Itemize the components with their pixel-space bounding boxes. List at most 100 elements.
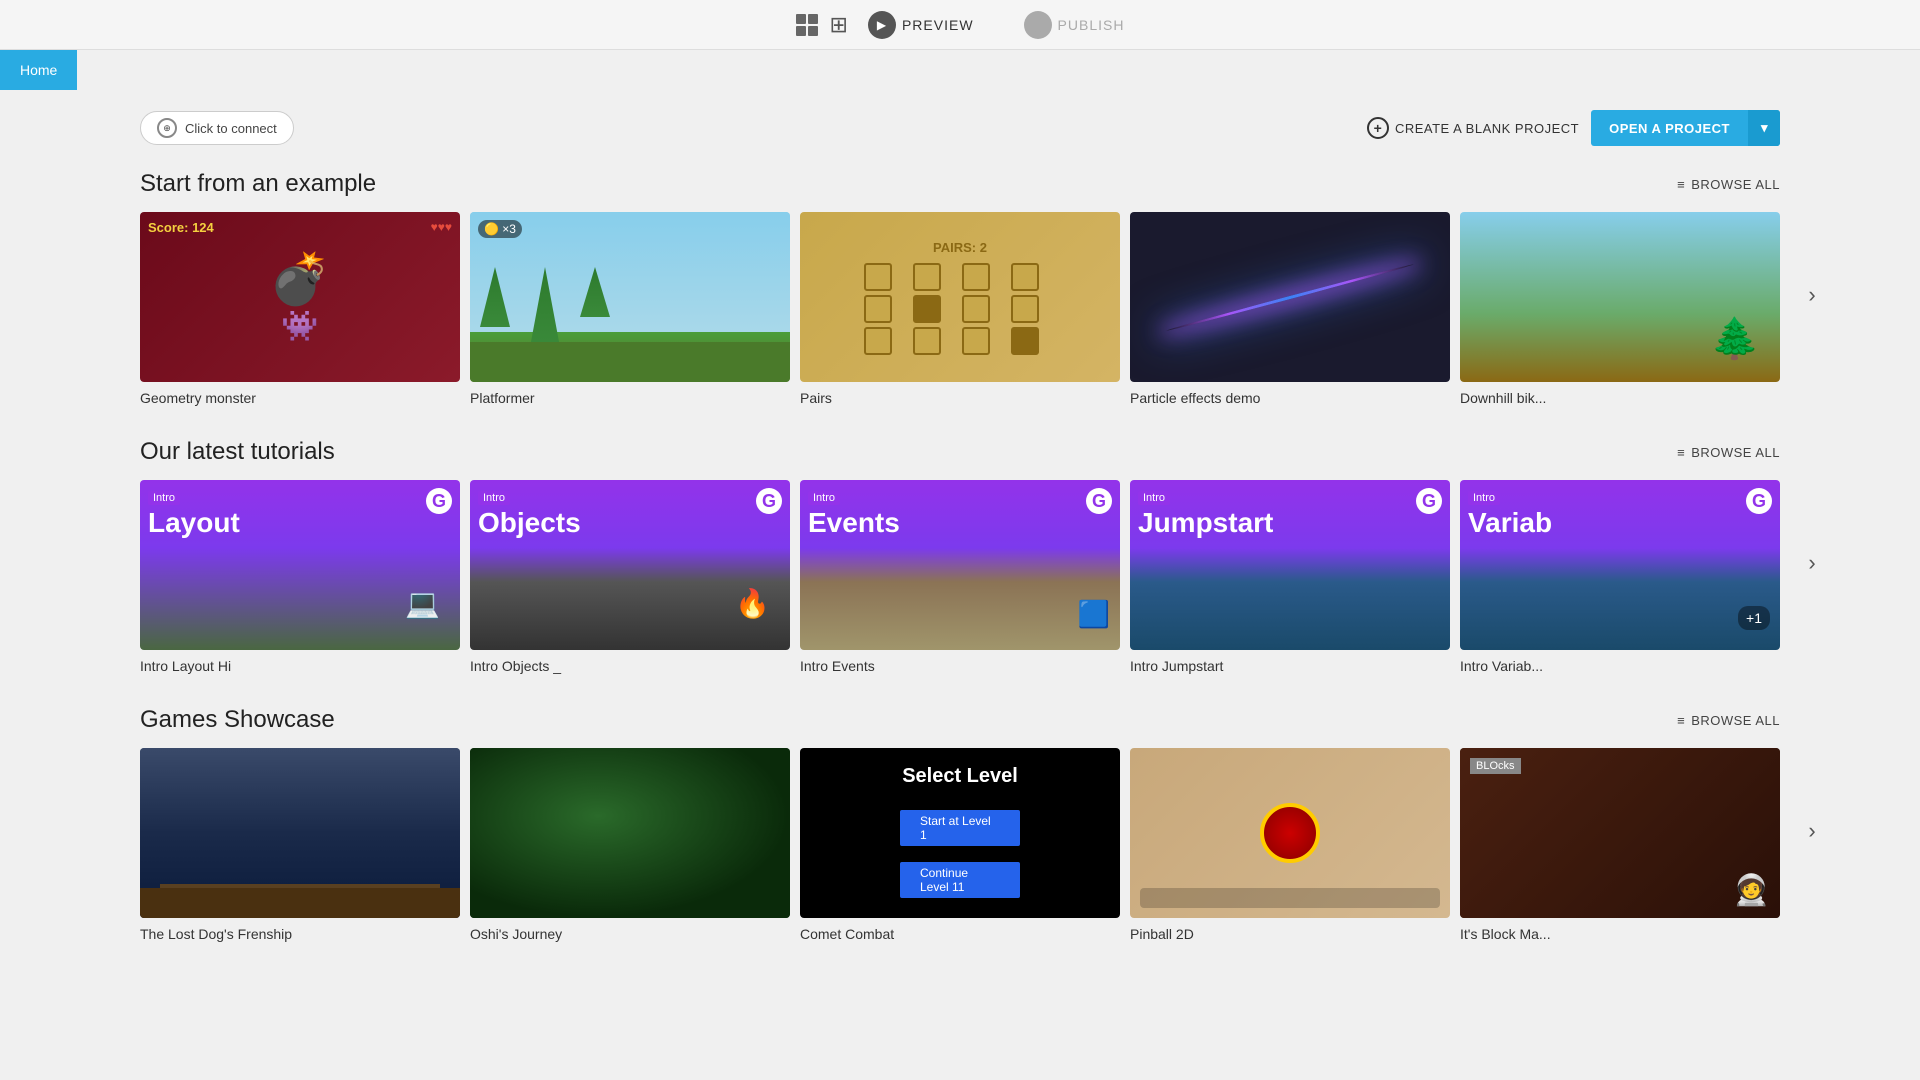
card-label-platformer: Platformer: [470, 390, 790, 406]
home-nav-item[interactable]: Home: [0, 50, 77, 90]
card-platformer[interactable]: 🟡 ×3 Platformer: [470, 212, 790, 406]
browse-all-icon: ≡: [1677, 177, 1685, 192]
card-geometry-monster[interactable]: Score: 124 ♥♥♥ 💣 👾 Geometry monster: [140, 212, 460, 406]
level-btn-1: Start at Level 1: [900, 810, 1020, 846]
home-nav-label: Home: [20, 62, 57, 78]
intro-badge-jumpstart: Intro: [1138, 491, 1170, 505]
gdevelop-logo-objects: G: [756, 488, 782, 514]
examples-title: Start from an example: [140, 170, 376, 198]
tutorials-header: Our latest tutorials ≡ BROWSE ALL: [140, 438, 1780, 466]
card-label-pinball: Pinball 2D: [1130, 926, 1450, 942]
gdevelop-logo-layout: G: [426, 488, 452, 514]
connect-button[interactable]: ⊕ Click to connect: [140, 111, 294, 145]
showcase-section: Games Showcase ≡ BROWSE ALL The Lost Dog…: [140, 706, 1780, 942]
card-pinball[interactable]: Pinball 2D: [1130, 748, 1450, 942]
events-thumb-art: 🟦: [1078, 599, 1110, 630]
card-blocks[interactable]: BLOcks 🧑‍🚀 It's Block Ma...: [1460, 748, 1780, 942]
card-label-objects: Intro Objects _: [470, 658, 790, 674]
top-bar-right: + CREATE A BLANK PROJECT OPEN A PROJECT …: [1367, 110, 1780, 146]
intro-title-objects: Objects: [478, 508, 581, 539]
lives-badge: 🟡 ×3: [478, 220, 522, 238]
particle-glow: [1166, 262, 1414, 331]
geo-score: Score: 124: [148, 220, 214, 235]
plat-ground: [470, 342, 790, 382]
showcase-scroll-right[interactable]: ›: [1794, 813, 1830, 849]
pairs-title: PAIRS: 2: [933, 240, 987, 255]
plat-trees: [480, 267, 610, 347]
showcase-browse-all[interactable]: ≡ BROWSE ALL: [1677, 713, 1780, 728]
geo-hearts: ♥♥♥: [431, 220, 452, 234]
examples-browse-label: BROWSE ALL: [1691, 177, 1780, 192]
showcase-header: Games Showcase ≡ BROWSE ALL: [140, 706, 1780, 734]
card-label-oshi: Oshi's Journey: [470, 926, 790, 942]
thumb-geometry: Score: 124 ♥♥♥ 💣 👾: [140, 212, 460, 382]
app-header: ⊞ ▶ PREVIEW PUBLISH: [0, 0, 1920, 50]
card-pairs[interactable]: PAIRS: 2: [800, 212, 1120, 406]
examples-cards-row: Score: 124 ♥♥♥ 💣 👾 Geometry monster: [140, 212, 1780, 406]
examples-browse-all[interactable]: ≡ BROWSE ALL: [1677, 177, 1780, 192]
tutorials-title: Our latest tutorials: [140, 438, 335, 466]
card-label-events: Intro Events: [800, 658, 1120, 674]
thumb-jumpstart: G Intro Jumpstart: [1130, 480, 1450, 650]
objects-thumb-art: 🔥: [735, 587, 770, 620]
browse-all-icon3: ≡: [1677, 713, 1685, 728]
thumb-comet: Select Level Start at Level 1 Continue L…: [800, 748, 1120, 918]
processor-icon: ⊞: [830, 12, 848, 38]
examples-scroll-right[interactable]: ›: [1794, 277, 1830, 313]
card-particles[interactable]: Particle effects demo: [1130, 212, 1450, 406]
card-intro-jumpstart[interactable]: G Intro Jumpstart Intro Jumpstart: [1130, 480, 1450, 674]
thumb-variable: G Intro Variab +1: [1460, 480, 1780, 650]
tutorials-scroll-right[interactable]: ›: [1794, 545, 1830, 581]
card-intro-events[interactable]: G Intro Events 🟦 Intro Events: [800, 480, 1120, 674]
card-intro-layout[interactable]: G Intro Layout 💻 Intro Layout Hi: [140, 480, 460, 674]
connect-label: Click to connect: [185, 121, 277, 136]
card-intro-variable[interactable]: G Intro Variab +1 Intro Variab...: [1460, 480, 1780, 674]
thumb-events: G Intro Events 🟦: [800, 480, 1120, 650]
intro-title-layout: Layout: [148, 508, 240, 539]
showcase-browse-label: BROWSE ALL: [1691, 713, 1780, 728]
open-project-button[interactable]: OPEN A PROJECT ▾: [1591, 110, 1780, 146]
card-lostdog[interactable]: The Lost Dog's Frenship: [140, 748, 460, 942]
thumb-oshi: [470, 748, 790, 918]
preview-label: PREVIEW: [902, 17, 974, 33]
card-label-downhill: Downhill bik...: [1460, 390, 1780, 406]
card-label-layout: Intro Layout Hi: [140, 658, 460, 674]
browse-all-icon2: ≡: [1677, 445, 1685, 460]
open-project-dropdown-arrow[interactable]: ▾: [1748, 110, 1780, 146]
layout-thumb-art: 💻: [405, 587, 440, 620]
card-oshi[interactable]: Oshi's Journey: [470, 748, 790, 942]
variable-badge: +1: [1738, 606, 1770, 630]
preview-button[interactable]: ▶ PREVIEW: [868, 11, 974, 39]
gdevelop-logo-variable: G: [1746, 488, 1772, 514]
thumb-downhill: 🌲: [1460, 212, 1780, 382]
create-blank-button[interactable]: + CREATE A BLANK PROJECT: [1367, 117, 1579, 139]
thumb-particles: [1130, 212, 1450, 382]
create-blank-label: CREATE A BLANK PROJECT: [1395, 121, 1579, 136]
card-downhill[interactable]: 🌲 Downhill bik...: [1460, 212, 1780, 406]
tutorials-browse-all[interactable]: ≡ BROWSE ALL: [1677, 445, 1780, 460]
publish-button[interactable]: PUBLISH: [1024, 11, 1125, 39]
menu-icon[interactable]: [796, 14, 818, 36]
thumb-lostdog: [140, 748, 460, 918]
card-label-pairs: Pairs: [800, 390, 1120, 406]
card-comet[interactable]: Select Level Start at Level 1 Continue L…: [800, 748, 1120, 942]
intro-title-events: Events: [808, 508, 900, 539]
card-label-particles: Particle effects demo: [1130, 390, 1450, 406]
card-label-variable: Intro Variab...: [1460, 658, 1780, 674]
publish-label: PUBLISH: [1058, 17, 1125, 33]
tutorials-browse-label: BROWSE ALL: [1691, 445, 1780, 460]
intro-title-jumpstart: Jumpstart: [1138, 508, 1273, 539]
card-label-lostdog: The Lost Dog's Frenship: [140, 926, 460, 942]
intro-badge-layout: Intro: [148, 491, 180, 505]
connect-icon: ⊕: [157, 118, 177, 138]
card-label-jumpstart: Intro Jumpstart: [1130, 658, 1450, 674]
gdevelop-logo-jumpstart: G: [1416, 488, 1442, 514]
play-icon: ▶: [868, 11, 896, 39]
thumb-blocks: BLOcks 🧑‍🚀: [1460, 748, 1780, 918]
intro-title-variable: Variab: [1468, 508, 1552, 539]
card-intro-objects[interactable]: G Intro Objects 🔥 Intro Objects _: [470, 480, 790, 674]
top-bar: ⊕ Click to connect + CREATE A BLANK PROJ…: [140, 110, 1780, 146]
card-label-geometry: Geometry monster: [140, 390, 460, 406]
publish-icon: [1024, 11, 1052, 39]
thumb-layout: G Intro Layout 💻: [140, 480, 460, 650]
